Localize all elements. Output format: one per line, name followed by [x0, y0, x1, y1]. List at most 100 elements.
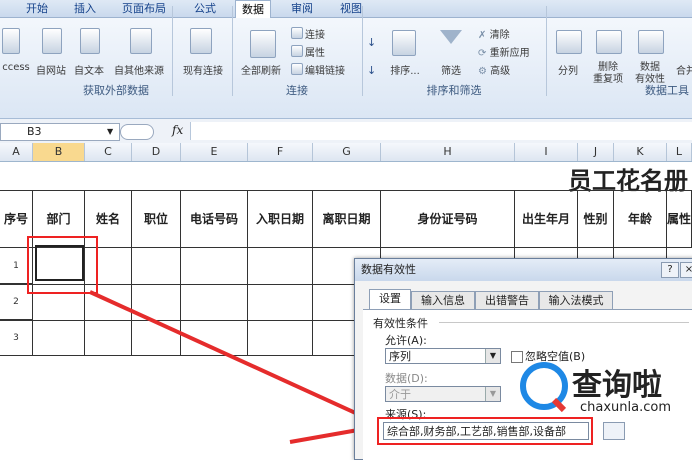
tab-page-layout[interactable]: 页面布局 — [116, 0, 172, 17]
reapply-icon: ⟳ — [478, 48, 487, 59]
chevron-down-icon[interactable]: ▼ — [107, 124, 113, 140]
advanced-button[interactable]: ⚙ 高级 — [478, 62, 510, 77]
header-cell-attribute: 属性 — [667, 190, 692, 248]
column-header-j[interactable]: J — [578, 143, 614, 161]
header-cell-id-number: 身份证号码 — [381, 190, 515, 248]
tab-error-alert[interactable]: 出错警告 — [475, 291, 539, 310]
tab-ime-mode[interactable]: 输入法模式 — [539, 291, 613, 310]
from-other-sources-button[interactable]: 自其他来源 — [108, 62, 170, 77]
sort-desc-icon[interactable]: ↓ — [367, 64, 376, 77]
remove-duplicates-button[interactable]: 删除 重复项 — [588, 62, 628, 86]
header-cell-phone: 电话号码 — [181, 190, 248, 248]
connections-button[interactable]: 连接 — [305, 26, 325, 41]
from-text-button[interactable]: 自文本 — [70, 62, 108, 77]
group-title-data-tools: 数据工具 — [645, 84, 689, 97]
col-divider — [247, 248, 248, 356]
data-validation-icon — [638, 30, 664, 54]
header-cell-birth: 出生年月 — [515, 190, 578, 248]
col-divider — [180, 248, 181, 356]
ignore-blank-checkbox[interactable] — [511, 351, 523, 363]
reapply-label: 重新应用 — [489, 48, 530, 59]
existing-connections-icon — [190, 28, 212, 54]
group-title-sort-filter: 排序和筛选 — [426, 84, 482, 97]
connection-icon — [291, 27, 303, 39]
clear-icon: ✗ — [478, 30, 487, 41]
data-validation-dialog: 数据有效性 ? × 设置 输入信息 出错警告 输入法模式 有效性条件 允许(A)… — [354, 258, 692, 460]
chevron-down-icon[interactable]: ▼ — [485, 349, 500, 363]
data-select[interactable]: 介于 ▼ — [385, 386, 501, 402]
source-highlight-box — [377, 417, 593, 445]
other-sources-icon — [130, 28, 152, 54]
existing-connections-button[interactable]: 现有连接 — [176, 62, 230, 77]
header-cell-gender: 性别 — [578, 190, 614, 248]
column-header-h[interactable]: H — [381, 143, 515, 161]
clear-label: 清除 — [489, 30, 510, 41]
sort-button[interactable]: 排序... — [386, 62, 424, 77]
header-cell-position: 职位 — [132, 190, 181, 248]
column-header-l[interactable]: L — [667, 143, 692, 161]
clear-button[interactable]: ✗ 清除 — [478, 26, 510, 41]
from-web-button[interactable]: 自网站 — [32, 62, 70, 77]
access-button[interactable]: ccess — [0, 62, 32, 73]
remove-duplicates-icon — [596, 30, 622, 54]
filter-button[interactable]: 筛选 — [432, 62, 470, 77]
name-box-value: B3 — [27, 125, 42, 138]
edit-links-icon — [291, 63, 303, 75]
refresh-all-icon — [250, 30, 276, 58]
consolidate-button[interactable]: 合并 — [676, 62, 692, 77]
header-cell-age: 年龄 — [614, 190, 667, 248]
dialog-title-bar: 数据有效性 ? × — [355, 259, 692, 281]
advanced-label: 高级 — [490, 66, 511, 77]
tab-settings[interactable]: 设置 — [369, 289, 411, 310]
column-header-e[interactable]: E — [181, 143, 248, 161]
group-title-connections: 连接 — [286, 84, 308, 97]
column-header-i[interactable]: I — [515, 143, 578, 161]
formula-input[interactable] — [190, 122, 692, 140]
tab-home[interactable]: 开始 — [20, 0, 54, 17]
conditions-label: 有效性条件 — [373, 317, 428, 330]
name-box[interactable]: B3 ▼ — [0, 123, 120, 141]
advanced-icon: ⚙ — [478, 66, 487, 77]
column-header-g[interactable]: G — [313, 143, 381, 161]
refresh-all-button[interactable]: 全部刷新 — [236, 62, 286, 77]
tab-data[interactable]: 数据 — [235, 0, 271, 19]
column-header-f[interactable]: F — [248, 143, 313, 161]
watermark-url: chaxunla.com — [580, 400, 671, 415]
highlight-box — [27, 236, 98, 294]
col-divider — [131, 248, 132, 356]
text-to-columns-button[interactable]: 分列 — [550, 62, 586, 77]
range-picker-icon[interactable] — [603, 422, 625, 440]
allow-label: 允许(A): — [385, 334, 427, 347]
reapply-button[interactable]: ⟳ 重新应用 — [478, 44, 530, 59]
header-cell-hire-date: 入职日期 — [248, 190, 313, 248]
sort-asc-icon[interactable]: ↓ — [367, 36, 376, 49]
allow-select[interactable]: 序列 ▼ — [385, 348, 501, 364]
function-icon[interactable]: fx — [172, 123, 183, 137]
help-button[interactable]: ? — [661, 262, 679, 278]
tab-formulas[interactable]: 公式 — [188, 0, 222, 17]
chevron-down-icon[interactable]: ▼ — [485, 387, 500, 401]
data-value: 介于 — [389, 388, 411, 401]
tab-input-message[interactable]: 输入信息 — [411, 291, 475, 310]
formula-expand-toggle[interactable] — [120, 124, 154, 140]
header-cell-leave-date: 离职日期 — [313, 190, 381, 248]
watermark-text: 查询啦 — [572, 368, 662, 403]
column-header-c[interactable]: C — [85, 143, 132, 161]
data-label: 数据(D): — [385, 372, 428, 385]
close-button[interactable]: × — [680, 262, 692, 278]
edit-links-button[interactable]: 编辑链接 — [305, 62, 345, 77]
text-to-columns-icon — [556, 30, 582, 54]
column-header-d[interactable]: D — [132, 143, 181, 161]
tab-review[interactable]: 审阅 — [285, 0, 319, 17]
column-header-b[interactable]: B — [33, 143, 85, 161]
sort-icon — [392, 30, 416, 56]
col-divider — [312, 248, 313, 356]
access-icon — [2, 28, 20, 54]
column-header-k[interactable]: K — [614, 143, 667, 161]
properties-button[interactable]: 属性 — [305, 44, 325, 59]
filter-icon — [440, 30, 462, 44]
tab-insert[interactable]: 插入 — [68, 0, 102, 17]
web-icon — [42, 28, 62, 54]
row-number: 3 — [0, 320, 33, 356]
column-header-a[interactable]: A — [0, 143, 33, 161]
